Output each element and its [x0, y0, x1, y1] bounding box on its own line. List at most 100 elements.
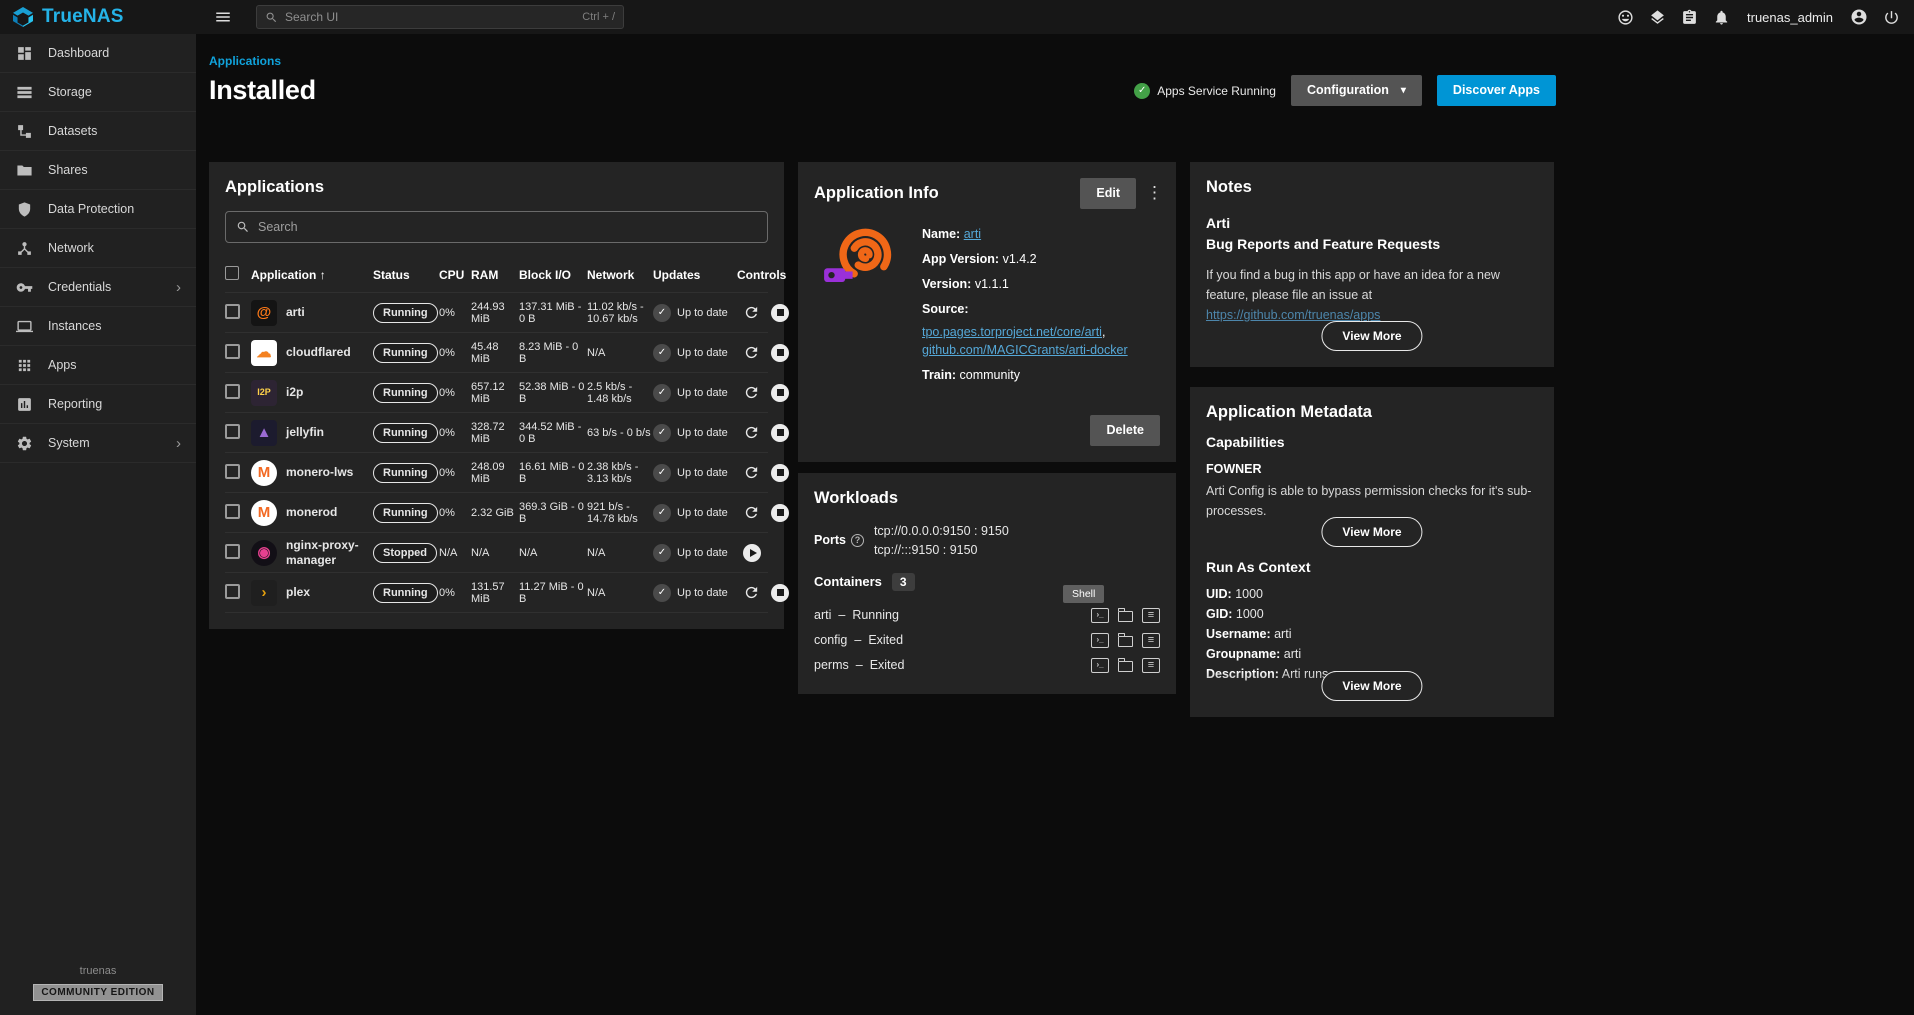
app-row-monerod[interactable]: M monerod Running 0% 2.32 GiB 369.3 GiB …: [225, 493, 768, 533]
menu-toggle-icon[interactable]: [206, 8, 240, 26]
cpu-cell: 0%: [439, 387, 469, 399]
view-more-button[interactable]: View More: [1321, 321, 1422, 351]
container-row: config – Exited: [814, 628, 1160, 653]
jobs-layers-icon[interactable]: [1649, 9, 1666, 26]
start-button[interactable]: [743, 544, 761, 562]
breadcrumb[interactable]: Applications: [209, 54, 1556, 68]
ports-help-icon[interactable]: [851, 534, 864, 547]
logs-icon[interactable]: [1142, 608, 1160, 623]
row-checkbox[interactable]: [225, 504, 240, 519]
sort-by-application[interactable]: Application ↑: [251, 268, 371, 282]
shell-icon[interactable]: [1091, 633, 1109, 648]
row-checkbox[interactable]: [225, 464, 240, 479]
app-row-i2p[interactable]: I2P i2p Running 0% 657.12 MiB 52.38 MiB …: [225, 373, 768, 413]
delete-button[interactable]: Delete: [1090, 415, 1160, 446]
source-link[interactable]: github.com/MAGICGrants/arti-docker: [922, 343, 1128, 357]
kebab-menu-icon[interactable]: [1146, 183, 1160, 203]
sidebar-item-datasets[interactable]: Datasets: [0, 112, 196, 151]
network-icon: [15, 240, 33, 257]
view-more-button[interactable]: View More: [1321, 517, 1422, 547]
row-checkbox[interactable]: [225, 344, 240, 359]
notes-title: Notes: [1206, 178, 1252, 197]
discover-apps-button[interactable]: Discover Apps: [1437, 75, 1556, 106]
app-name: monero-lws: [286, 465, 353, 480]
restart-button[interactable]: [743, 344, 760, 361]
sidebar-item-dashboard[interactable]: Dashboard: [0, 34, 196, 73]
controls-cell: [737, 584, 789, 602]
app-row-nginx-proxy-manager[interactable]: ◉ nginx-proxy-manager Stopped N/A N/A N/…: [225, 533, 768, 573]
row-checkbox[interactable]: [225, 384, 240, 399]
apps-search-input[interactable]: [258, 220, 757, 234]
capability-description: Arti Config is able to bypass permission…: [1206, 481, 1538, 521]
sidebar-item-network[interactable]: Network: [0, 229, 196, 268]
main-content: Applications Installed Apps Service Runn…: [196, 34, 1914, 1015]
app-row-jellyfin[interactable]: ▲ jellyfin Running 0% 328.72 MiB 344.52 …: [225, 413, 768, 453]
logs-icon[interactable]: [1142, 633, 1160, 648]
global-search[interactable]: Ctrl + /: [256, 5, 624, 29]
notifications-bell-icon[interactable]: [1713, 9, 1730, 26]
stop-button[interactable]: [771, 424, 789, 442]
apps-service-status: Apps Service Running: [1134, 83, 1276, 99]
power-icon[interactable]: [1883, 9, 1900, 26]
container-state: Exited: [868, 633, 903, 647]
folder-icon[interactable]: [1118, 611, 1133, 622]
user-avatar-icon[interactable]: [1850, 8, 1868, 26]
app-row-arti[interactable]: @ arti Running 0% 244.93 MiB 137.31 MiB …: [225, 293, 768, 333]
logs-icon[interactable]: [1142, 658, 1160, 673]
sidebar-item-data-protection[interactable]: Data Protection: [0, 190, 196, 229]
row-checkbox[interactable]: [225, 544, 240, 559]
restart-button[interactable]: [743, 424, 760, 441]
app-row-monero-lws[interactable]: M monero-lws Running 0% 248.09 MiB 16.61…: [225, 453, 768, 493]
cpu-cell: 0%: [439, 507, 469, 519]
global-search-input[interactable]: [285, 10, 575, 24]
folder-icon[interactable]: [1118, 636, 1133, 647]
shell-icon[interactable]: [1091, 608, 1109, 623]
stop-button[interactable]: [771, 384, 789, 402]
sidebar-item-label: Storage: [48, 85, 92, 99]
stop-button[interactable]: [771, 304, 789, 322]
truenas-logo[interactable]: TrueNAS: [0, 6, 196, 28]
feedback-smiley-icon[interactable]: [1617, 9, 1634, 26]
sidebar-item-credentials[interactable]: Credentials: [0, 268, 196, 307]
up-to-date-icon: [653, 304, 671, 322]
app-row-cloudflared[interactable]: ☁ cloudflared Running 0% 45.48 MiB 8.23 …: [225, 333, 768, 373]
restart-button[interactable]: [743, 504, 760, 521]
restart-button[interactable]: [743, 464, 760, 481]
sort-asc-icon: ↑: [320, 268, 326, 282]
footer-brand: truenas: [80, 965, 117, 977]
stop-button[interactable]: [771, 584, 789, 602]
row-checkbox[interactable]: [225, 304, 240, 319]
view-more-button[interactable]: View More: [1321, 671, 1422, 701]
sidebar-item-shares[interactable]: Shares: [0, 151, 196, 190]
chevron-right-icon: [176, 280, 181, 295]
sidebar-item-reporting[interactable]: Reporting: [0, 385, 196, 424]
app-icon: ◉: [251, 540, 277, 566]
sidebar-item-system[interactable]: System: [0, 424, 196, 463]
row-checkbox[interactable]: [225, 584, 240, 599]
stop-button[interactable]: [771, 504, 789, 522]
top-bar: TrueNAS Ctrl + / truenas_admin: [0, 0, 1914, 34]
apps-search[interactable]: [225, 211, 768, 243]
folder-icon[interactable]: [1118, 661, 1133, 672]
stop-button[interactable]: [771, 464, 789, 482]
sidebar-item-instances[interactable]: Instances: [0, 307, 196, 346]
stop-button[interactable]: [771, 344, 789, 362]
restart-button[interactable]: [743, 304, 760, 321]
sidebar-item-apps[interactable]: Apps: [0, 346, 196, 385]
checklist-clipboard-icon[interactable]: [1681, 9, 1698, 26]
select-all-checkbox[interactable]: [225, 266, 239, 280]
status-badge: Running: [373, 423, 438, 443]
app-name-link[interactable]: arti: [964, 227, 981, 241]
source-link[interactable]: tpo.pages.torproject.net/core/arti: [922, 325, 1102, 339]
restart-button[interactable]: [743, 584, 760, 601]
restart-button[interactable]: [743, 384, 760, 401]
sidebar-item-storage[interactable]: Storage: [0, 73, 196, 112]
edit-button[interactable]: Edit: [1080, 178, 1136, 209]
row-checkbox[interactable]: [225, 424, 240, 439]
reporting-icon: [15, 396, 33, 413]
app-row-plex[interactable]: › plex Running 0% 131.57 MiB 11.27 MiB -…: [225, 573, 768, 613]
shell-icon[interactable]: [1091, 658, 1109, 673]
issues-link[interactable]: https://github.com/truenas/apps: [1206, 308, 1380, 322]
notes-subtitle: Bug Reports and Feature Requests: [1206, 234, 1538, 255]
configuration-button[interactable]: Configuration: [1291, 75, 1422, 106]
